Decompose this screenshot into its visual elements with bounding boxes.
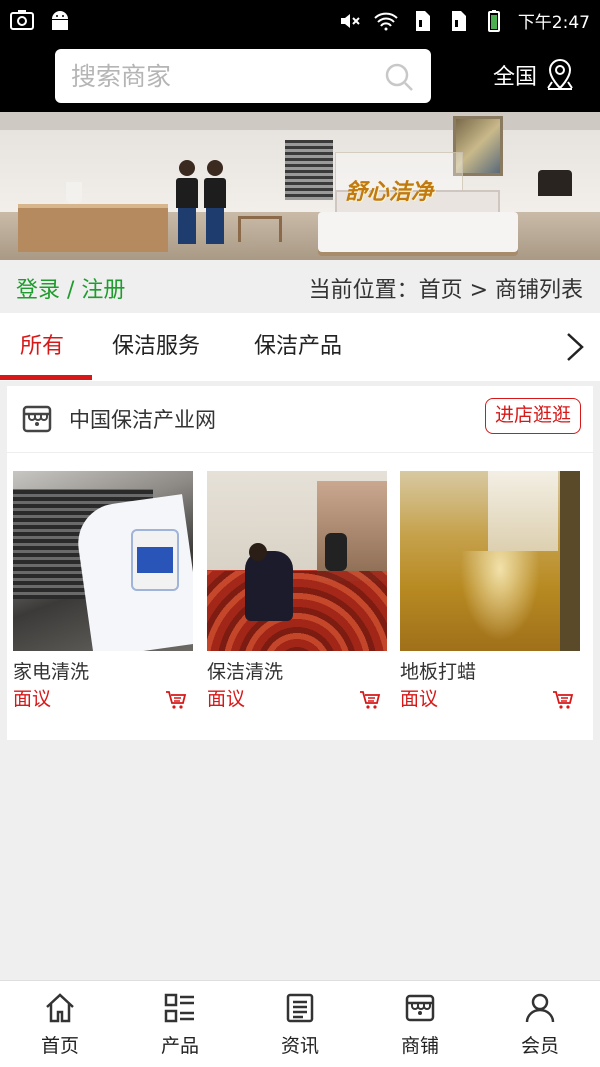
news-icon: [286, 993, 314, 1023]
banner-slogan: 舒心洁净: [345, 179, 434, 205]
nav-member[interactable]: 会员: [480, 981, 600, 1067]
search-box[interactable]: [55, 49, 431, 103]
battery-icon: [487, 9, 500, 32]
product-image[interactable]: [207, 471, 387, 651]
nav-news[interactable]: 资讯: [240, 981, 360, 1067]
sim1-icon: [415, 10, 430, 31]
camera-icon: [10, 10, 34, 30]
nav-home[interactable]: 首页: [0, 981, 120, 1067]
product-image[interactable]: [13, 471, 193, 651]
grid-list-icon: [164, 993, 194, 1023]
android-icon: [52, 11, 68, 30]
region-selector[interactable]: 全国: [493, 58, 575, 92]
product-card[interactable]: 保洁清洗 面议: [207, 471, 387, 711]
product-price: 面议: [400, 688, 439, 710]
region-label: 全国: [493, 65, 538, 90]
user-icon: [525, 993, 555, 1023]
store-name[interactable]: 中国保洁产业网: [69, 404, 216, 434]
home-icon: [46, 993, 74, 1023]
nav-products[interactable]: 产品: [120, 981, 240, 1067]
store-icon: [405, 994, 435, 1022]
status-time: 下午2:47: [517, 13, 590, 33]
location-pin-icon: [547, 58, 573, 90]
tab-cleaning-service[interactable]: 保洁服务: [112, 313, 200, 381]
category-tabs: 所有 保洁服务 保洁产品: [0, 313, 600, 381]
tab-cleaning-products[interactable]: 保洁产品: [254, 313, 342, 381]
login-link[interactable]: 登录: [16, 278, 60, 303]
nav-stores[interactable]: 商铺: [360, 981, 480, 1067]
product-price: 面议: [207, 688, 246, 710]
search-input[interactable]: [71, 49, 371, 103]
register-link[interactable]: 注册: [81, 278, 125, 303]
tab-all[interactable]: 所有: [20, 313, 64, 381]
search-icon[interactable]: [383, 61, 415, 93]
wifi-icon: [374, 12, 398, 30]
cart-icon[interactable]: [552, 689, 574, 711]
breadcrumb-row: 登录 / 注册 当前位置：首页 > 商铺列表: [0, 260, 600, 313]
store-icon: [22, 405, 52, 433]
product-name[interactable]: 保洁清洗: [207, 657, 283, 684]
chevron-right-icon[interactable]: [564, 331, 586, 363]
store-header: 中国保洁产业网 进店逛逛: [7, 386, 593, 453]
nav-label: 资讯: [280, 1035, 319, 1057]
nav-label: 商铺: [400, 1035, 439, 1057]
active-tab-indicator: [0, 375, 92, 380]
auth-separator: /: [60, 278, 82, 303]
banner-image[interactable]: 舒心洁净: [0, 112, 600, 260]
nav-label: 产品: [160, 1035, 199, 1057]
product-name[interactable]: 地板打蜡: [400, 657, 476, 684]
status-bar: 下午2:47: [0, 0, 600, 40]
product-card[interactable]: 地板打蜡 面议: [400, 471, 580, 711]
product-price: 面议: [13, 688, 52, 710]
mute-icon: [340, 13, 360, 28]
visit-store-button[interactable]: 进店逛逛: [485, 398, 581, 434]
product-card[interactable]: 家电清洗 面议: [13, 471, 193, 711]
header: 全国: [0, 40, 600, 112]
nav-label: 会员: [520, 1035, 559, 1057]
sim2-icon: [451, 10, 466, 31]
product-image[interactable]: [400, 471, 580, 651]
cart-icon[interactable]: [359, 689, 381, 711]
breadcrumb: 当前位置：首页 > 商铺列表: [308, 278, 583, 303]
cart-icon[interactable]: [165, 689, 187, 711]
bottom-nav: 首页 产品 资讯 商铺 会员: [0, 980, 600, 1067]
auth-links: 登录 / 注册: [16, 272, 125, 304]
store-card: 中国保洁产业网 进店逛逛 家电清洗 面议 保洁清洗 面议 地板打蜡 面议: [7, 386, 593, 740]
nav-label: 首页: [40, 1035, 79, 1057]
product-name[interactable]: 家电清洗: [13, 657, 89, 684]
